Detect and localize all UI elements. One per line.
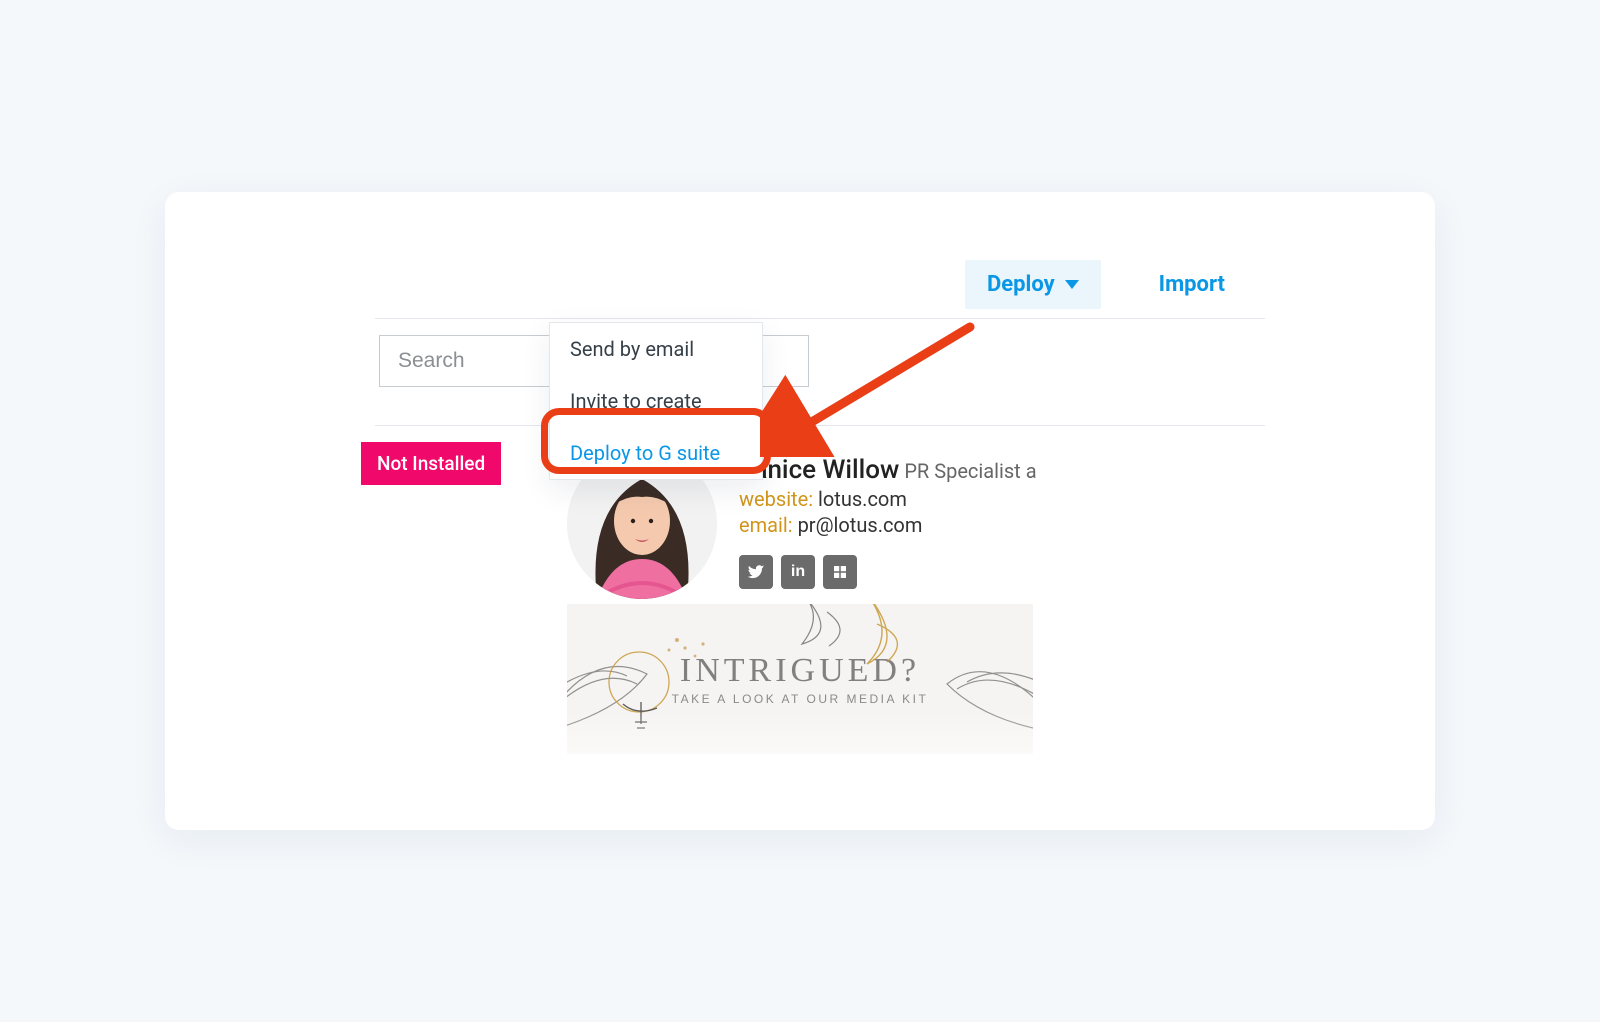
twitter-icon[interactable]: [739, 555, 773, 589]
divider: [375, 425, 1265, 426]
dropdown-item-deploy-gsuite[interactable]: Deploy to G suite: [550, 427, 762, 479]
signature-website-key: website:: [739, 487, 813, 511]
google-icon[interactable]: [823, 555, 857, 589]
signature-website-value: lotus.com: [818, 487, 907, 511]
signature-name: Janice Willow: [739, 455, 899, 485]
dropdown-item-invite[interactable]: Invite to create: [550, 375, 762, 427]
banner-tagline: TAKE A LOOK AT OUR MEDIA KIT: [672, 692, 929, 706]
signature-email-key: email:: [739, 513, 793, 537]
divider: [375, 318, 1265, 319]
deploy-button-label: Deploy: [987, 272, 1055, 297]
signature-email-row: email: pr@lotus.com: [739, 513, 1037, 537]
signature-social-row: in: [739, 555, 1037, 589]
signature-banner[interactable]: INTRIGUED? TAKE A LOOK AT OUR MEDIA KIT: [567, 604, 1033, 754]
signature-text: Janice Willow PR Specialist a website: l…: [739, 449, 1037, 599]
app-card: Deploy Import Send by email Invite to cr…: [165, 192, 1435, 830]
chevron-down-icon: [1065, 280, 1079, 289]
signature-name-row: Janice Willow PR Specialist a: [739, 455, 1037, 485]
import-button[interactable]: Import: [1159, 272, 1225, 297]
status-badge-not-installed: Not Installed: [361, 442, 501, 485]
dropdown-item-send-email[interactable]: Send by email: [550, 323, 762, 375]
toolbar: Deploy Import: [165, 254, 1435, 314]
signature-title: PR Specialist a: [904, 459, 1036, 483]
deploy-button[interactable]: Deploy: [965, 260, 1101, 309]
signature-email-value: pr@lotus.com: [798, 513, 923, 537]
banner-headline: INTRIGUED?: [680, 652, 920, 690]
signature-website-row: website: lotus.com: [739, 487, 1037, 511]
deploy-dropdown: Send by email Invite to create Deploy to…: [549, 322, 763, 480]
linkedin-icon[interactable]: in: [781, 555, 815, 589]
